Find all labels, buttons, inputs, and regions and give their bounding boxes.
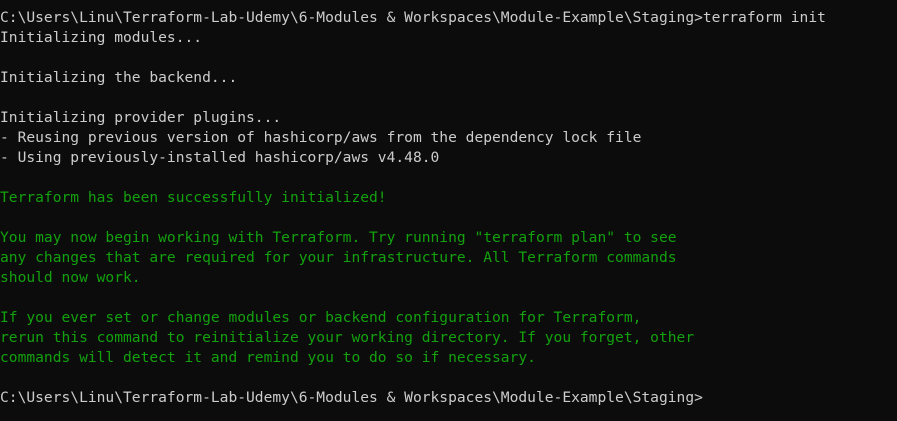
info-para2-line3: commands will detect it and remind you t… bbox=[0, 349, 536, 366]
info-para1-line2: any changes that are required for your i… bbox=[0, 249, 677, 266]
info-para1-line3: should now work. bbox=[0, 269, 141, 286]
info-para1-line1: You may now begin working with Terraform… bbox=[0, 229, 677, 246]
init-backend-text: Initializing the backend... bbox=[0, 69, 238, 86]
success-message: Terraform has been successfully initiali… bbox=[0, 189, 387, 206]
plugin-reuse-text: - Reusing previous version of hashicorp/… bbox=[0, 129, 642, 146]
info-para2-line1: If you ever set or change modules or bac… bbox=[0, 309, 642, 326]
command-prompt[interactable]: C:\Users\Linu\Terraform-Lab-Udemy\6-Modu… bbox=[0, 388, 703, 408]
terminal-window[interactable]: C:\Users\Linu\Terraform-Lab-Udemy\6-Modu… bbox=[0, 0, 897, 421]
command-line: C:\Users\Linu\Terraform-Lab-Udemy\6-Modu… bbox=[0, 9, 826, 26]
init-plugins-text: Initializing provider plugins... bbox=[0, 109, 282, 126]
init-modules-text: Initializing modules... bbox=[0, 29, 203, 46]
info-para2-line2: rerun this command to reinitialize your … bbox=[0, 329, 695, 346]
plugin-using-text: - Using previously-installed hashicorp/a… bbox=[0, 149, 440, 166]
